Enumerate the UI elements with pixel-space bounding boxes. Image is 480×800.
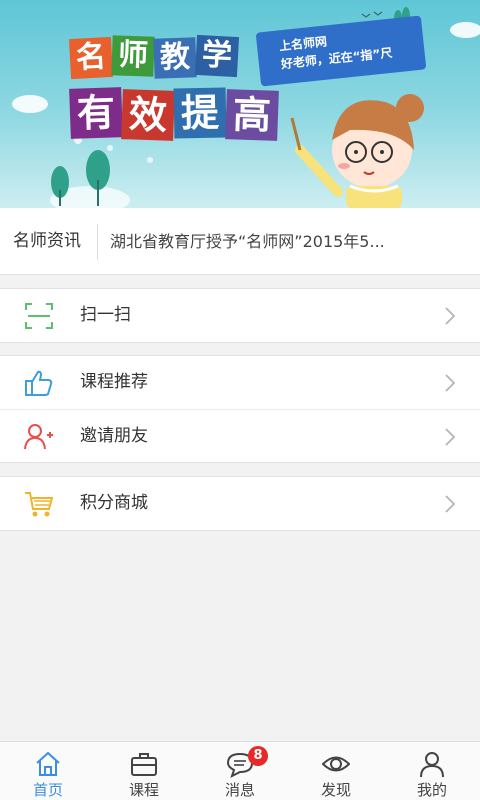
tab-discover[interactable]: 发现 bbox=[288, 742, 384, 800]
shopping-cart-icon bbox=[25, 492, 54, 517]
promo-banner[interactable]: 名 师 教 学 有 效 提 高 上名师网 好老师，近在“指”尺 bbox=[0, 0, 480, 208]
menu-group-social: 课程推荐 邀请朋友 bbox=[0, 355, 480, 463]
user-icon bbox=[420, 752, 444, 778]
messages-badge: 8 bbox=[248, 746, 268, 766]
news-bar[interactable]: 名师资讯 湖北省教育厅授予“名师网”2015年5... bbox=[0, 208, 480, 275]
tab-mine[interactable]: 我的 bbox=[384, 742, 480, 800]
chevron-right-icon bbox=[445, 428, 456, 446]
banner-tile: 师 bbox=[111, 35, 155, 77]
tab-courses[interactable]: 课程 bbox=[96, 742, 192, 800]
menu-item-invite-friends[interactable]: 邀请朋友 bbox=[0, 409, 480, 462]
banner-tile: 学 bbox=[194, 34, 240, 78]
tab-home[interactable]: 首页 bbox=[0, 742, 96, 800]
banner-tile: 有 bbox=[69, 87, 123, 139]
banner-tile: 教 bbox=[153, 37, 197, 79]
news-headline[interactable]: 湖北省教育厅授予“名师网”2015年5... bbox=[110, 208, 470, 275]
tab-label: 我的 bbox=[416, 781, 447, 799]
menu-item-label: 扫一扫 bbox=[80, 305, 131, 325]
menu-item-label: 积分商城 bbox=[80, 493, 148, 513]
tab-label: 首页 bbox=[32, 781, 63, 799]
tab-messages[interactable]: 消息 bbox=[192, 742, 288, 800]
scan-icon bbox=[25, 303, 53, 329]
menu-item-scan[interactable]: 扫一扫 bbox=[0, 289, 480, 342]
chevron-right-icon bbox=[445, 374, 456, 392]
banner-tile: 提 bbox=[173, 87, 227, 139]
banner-tile: 名 bbox=[68, 36, 114, 80]
menu-item-course-recommend[interactable]: 课程推荐 bbox=[0, 356, 480, 409]
tab-label: 消息 bbox=[224, 781, 255, 799]
chevron-right-icon bbox=[445, 307, 456, 325]
home-icon bbox=[36, 751, 60, 776]
menu-item-label: 邀请朋友 bbox=[80, 426, 148, 446]
banner-tile: 高 bbox=[225, 89, 279, 141]
thumbs-up-icon bbox=[25, 370, 53, 396]
tab-label: 发现 bbox=[320, 781, 351, 799]
news-divider bbox=[97, 224, 98, 260]
banner-tile: 效 bbox=[121, 89, 175, 141]
eye-icon bbox=[322, 756, 350, 772]
briefcase-icon bbox=[131, 753, 157, 776]
tab-label: 课程 bbox=[128, 781, 159, 799]
menu-group-shop: 积分商城 bbox=[0, 476, 480, 531]
add-user-icon bbox=[24, 424, 53, 450]
menu-item-label: 课程推荐 bbox=[80, 372, 148, 392]
chevron-right-icon bbox=[445, 495, 456, 513]
menu-item-points-shop[interactable]: 积分商城 bbox=[0, 477, 480, 530]
menu-group-scan: 扫一扫 bbox=[0, 288, 480, 343]
news-title: 名师资讯 bbox=[13, 231, 81, 251]
bottom-tab-bar: 首页 课程 消息 发现 我的 bbox=[0, 741, 480, 800]
